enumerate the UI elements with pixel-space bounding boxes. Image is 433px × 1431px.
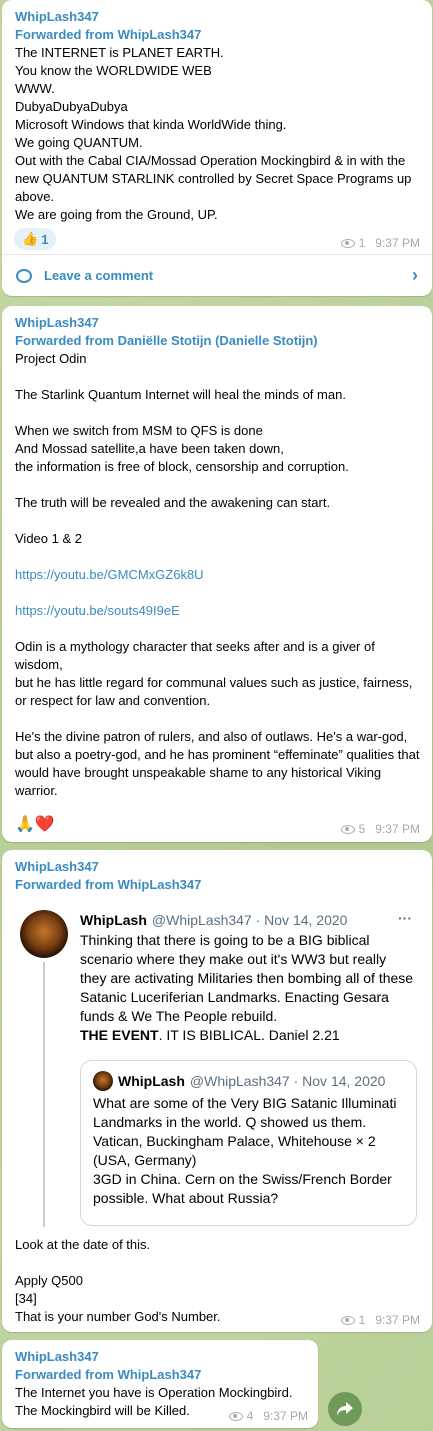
share-arrow-icon[interactable] (328, 1392, 362, 1426)
message-3: WhipLash347 Forwarded from WhipLash347 W… (2, 850, 432, 1332)
message-author[interactable]: WhipLash347 (15, 314, 420, 332)
youtube-link-1[interactable]: https://youtu.be/GMCMxGZ6k8U (15, 566, 420, 584)
views-icon (340, 824, 355, 834)
view-count: 1 (358, 1313, 366, 1327)
leave-comment-button[interactable]: Leave a comment › (2, 254, 432, 296)
message-meta: 1 9:37 PM (340, 236, 420, 250)
tweet-bold-text: THE EVENT (80, 1027, 159, 1043)
youtube-link-2[interactable]: https://youtu.be/souts49I9eE (15, 602, 420, 620)
forwarded-label[interactable]: Forwarded from WhipLash347 (15, 876, 420, 894)
views-icon (340, 1315, 355, 1325)
message-time: 9:37 PM (375, 236, 420, 250)
tweet-embed[interactable]: WhipLash @WhipLash347 · Nov 14, 2020 Thi… (2, 900, 432, 1230)
message-author[interactable]: WhipLash347 (15, 858, 420, 876)
thread-line (43, 962, 45, 1227)
quoted-tweet[interactable]: WhipLash @WhipLash347 · Nov 14, 2020 Wha… (80, 1060, 417, 1226)
message-text: The INTERNET is PLANET EARTH. You know t… (15, 45, 412, 222)
quoted-avatar (93, 1071, 113, 1091)
comment-bubble-icon (16, 268, 32, 283)
quoted-author-name: WhipLash (118, 1073, 185, 1089)
reaction-count: 1 (41, 231, 49, 247)
reaction-badge[interactable]: 👍 1 (14, 228, 57, 250)
message-text-part-2: Odin is a mythology character that seeks… (15, 639, 420, 798)
message-meta: 4 9:37 PM (228, 1409, 308, 1423)
message-time: 9:37 PM (263, 1409, 308, 1423)
more-options-icon[interactable]: ··· (398, 910, 412, 926)
tweet-handle: @WhipLash347 · Nov 14, 2020 (151, 912, 348, 928)
views-icon (228, 1411, 243, 1421)
tweet-avatar (20, 910, 68, 958)
message-time: 9:37 PM (375, 1313, 420, 1327)
tweet-author-name: WhipLash (80, 912, 147, 928)
message-meta: 5 9:37 PM (340, 822, 420, 836)
message-text-part-1: Project Odin The Starlink Quantum Intern… (15, 351, 349, 546)
thumbs-up-icon: 👍 (22, 231, 39, 246)
reaction-emojis[interactable]: 🙏❤️ (15, 814, 55, 834)
message-author[interactable]: WhipLash347 (15, 8, 420, 26)
forwarded-label[interactable]: Forwarded from WhipLash347 (15, 26, 420, 44)
view-count: 1 (358, 236, 366, 250)
tweet-text: Thinking that there is going to be a BIG… (80, 932, 414, 1043)
comment-label: Leave a comment (44, 268, 154, 283)
message-2: WhipLash347 Forwarded from Daniëlle Stot… (2, 306, 432, 842)
view-count: 4 (246, 1409, 254, 1423)
view-count: 5 (358, 822, 366, 836)
message-4: WhipLash347 Forwarded from WhipLash347 T… (2, 1340, 318, 1428)
forwarded-label[interactable]: Forwarded from WhipLash347 (15, 1366, 306, 1384)
message-meta: 1 9:37 PM (340, 1313, 420, 1327)
quoted-text: What are some of the Very BIG Satanic Il… (93, 1095, 397, 1206)
chevron-right-icon: › (412, 265, 418, 285)
message-author[interactable]: WhipLash347 (15, 1348, 306, 1366)
message-time: 9:37 PM (375, 822, 420, 836)
message-1: WhipLash347 Forwarded from WhipLash347 T… (2, 0, 432, 296)
views-icon (340, 238, 355, 248)
forwarded-label[interactable]: Forwarded from Daniëlle Stotijn (Daniell… (15, 332, 420, 350)
quoted-handle: @WhipLash347 · Nov 14, 2020 (189, 1073, 386, 1089)
